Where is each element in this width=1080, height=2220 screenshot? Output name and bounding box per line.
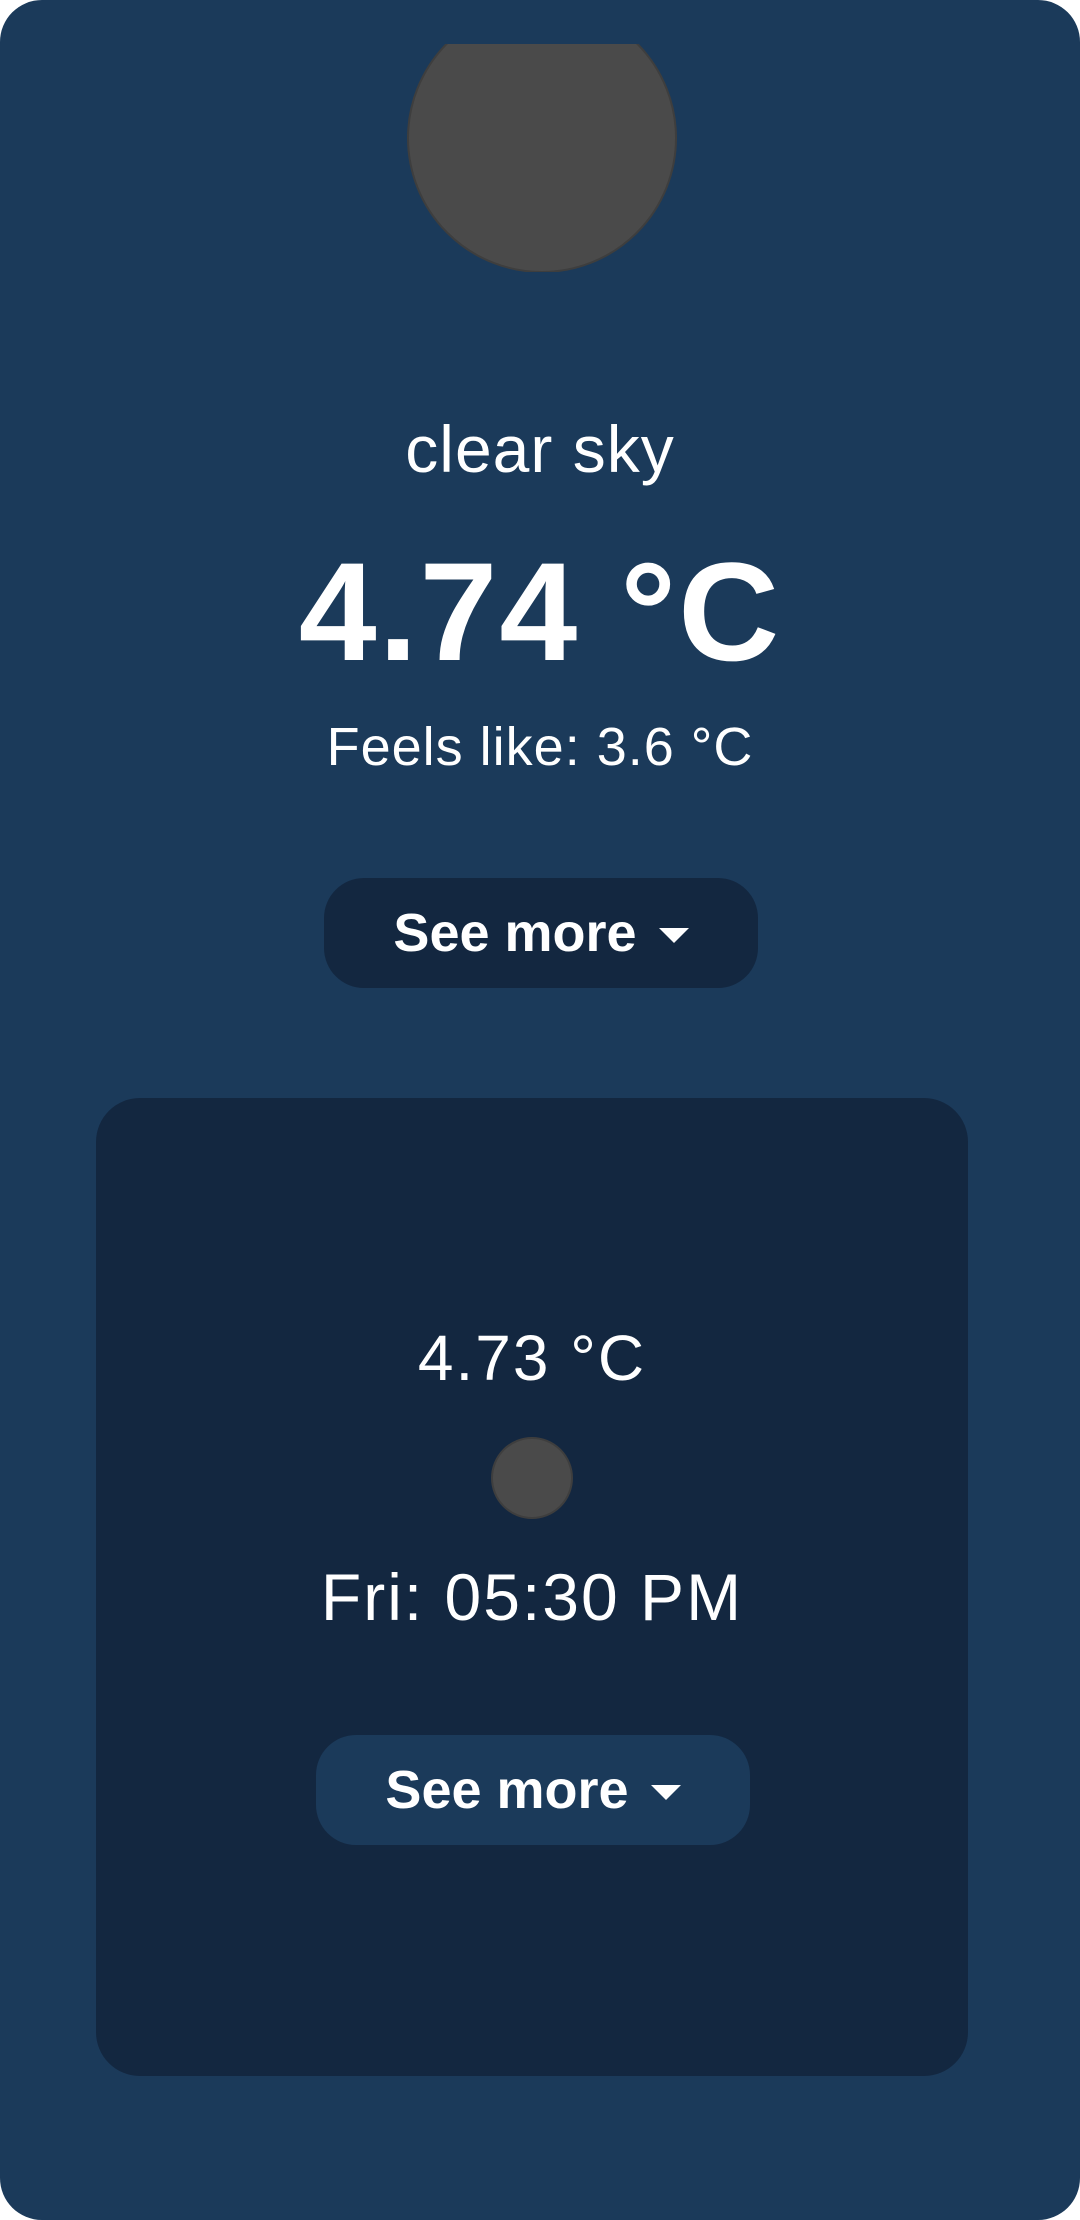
feels-like-temperature: Feels like: 3.6 °C <box>326 717 754 777</box>
caret-down-icon <box>658 927 689 943</box>
forecast-temperature: 4.73 °C <box>417 1322 647 1394</box>
weather-icon <box>406 40 678 272</box>
weather-icon <box>490 1436 574 1520</box>
see-more-label: See more <box>393 903 637 963</box>
see-more-button[interactable]: See more <box>324 878 758 988</box>
forecast-see-more-button[interactable]: See more <box>316 1735 750 1845</box>
current-temperature: 4.74 °C <box>298 533 782 690</box>
forecast-card: 4.73 °C Fri: 05:30 PM See more <box>96 1098 968 2076</box>
weather-condition: clear sky <box>405 412 675 486</box>
weather-screen: clear sky 4.74 °C Feels like: 3.6 °C See… <box>0 0 1080 2220</box>
see-more-label: See more <box>385 1760 629 1820</box>
caret-down-icon <box>650 1784 681 1800</box>
forecast-time: Fri: 05:30 PM <box>320 1560 744 1634</box>
